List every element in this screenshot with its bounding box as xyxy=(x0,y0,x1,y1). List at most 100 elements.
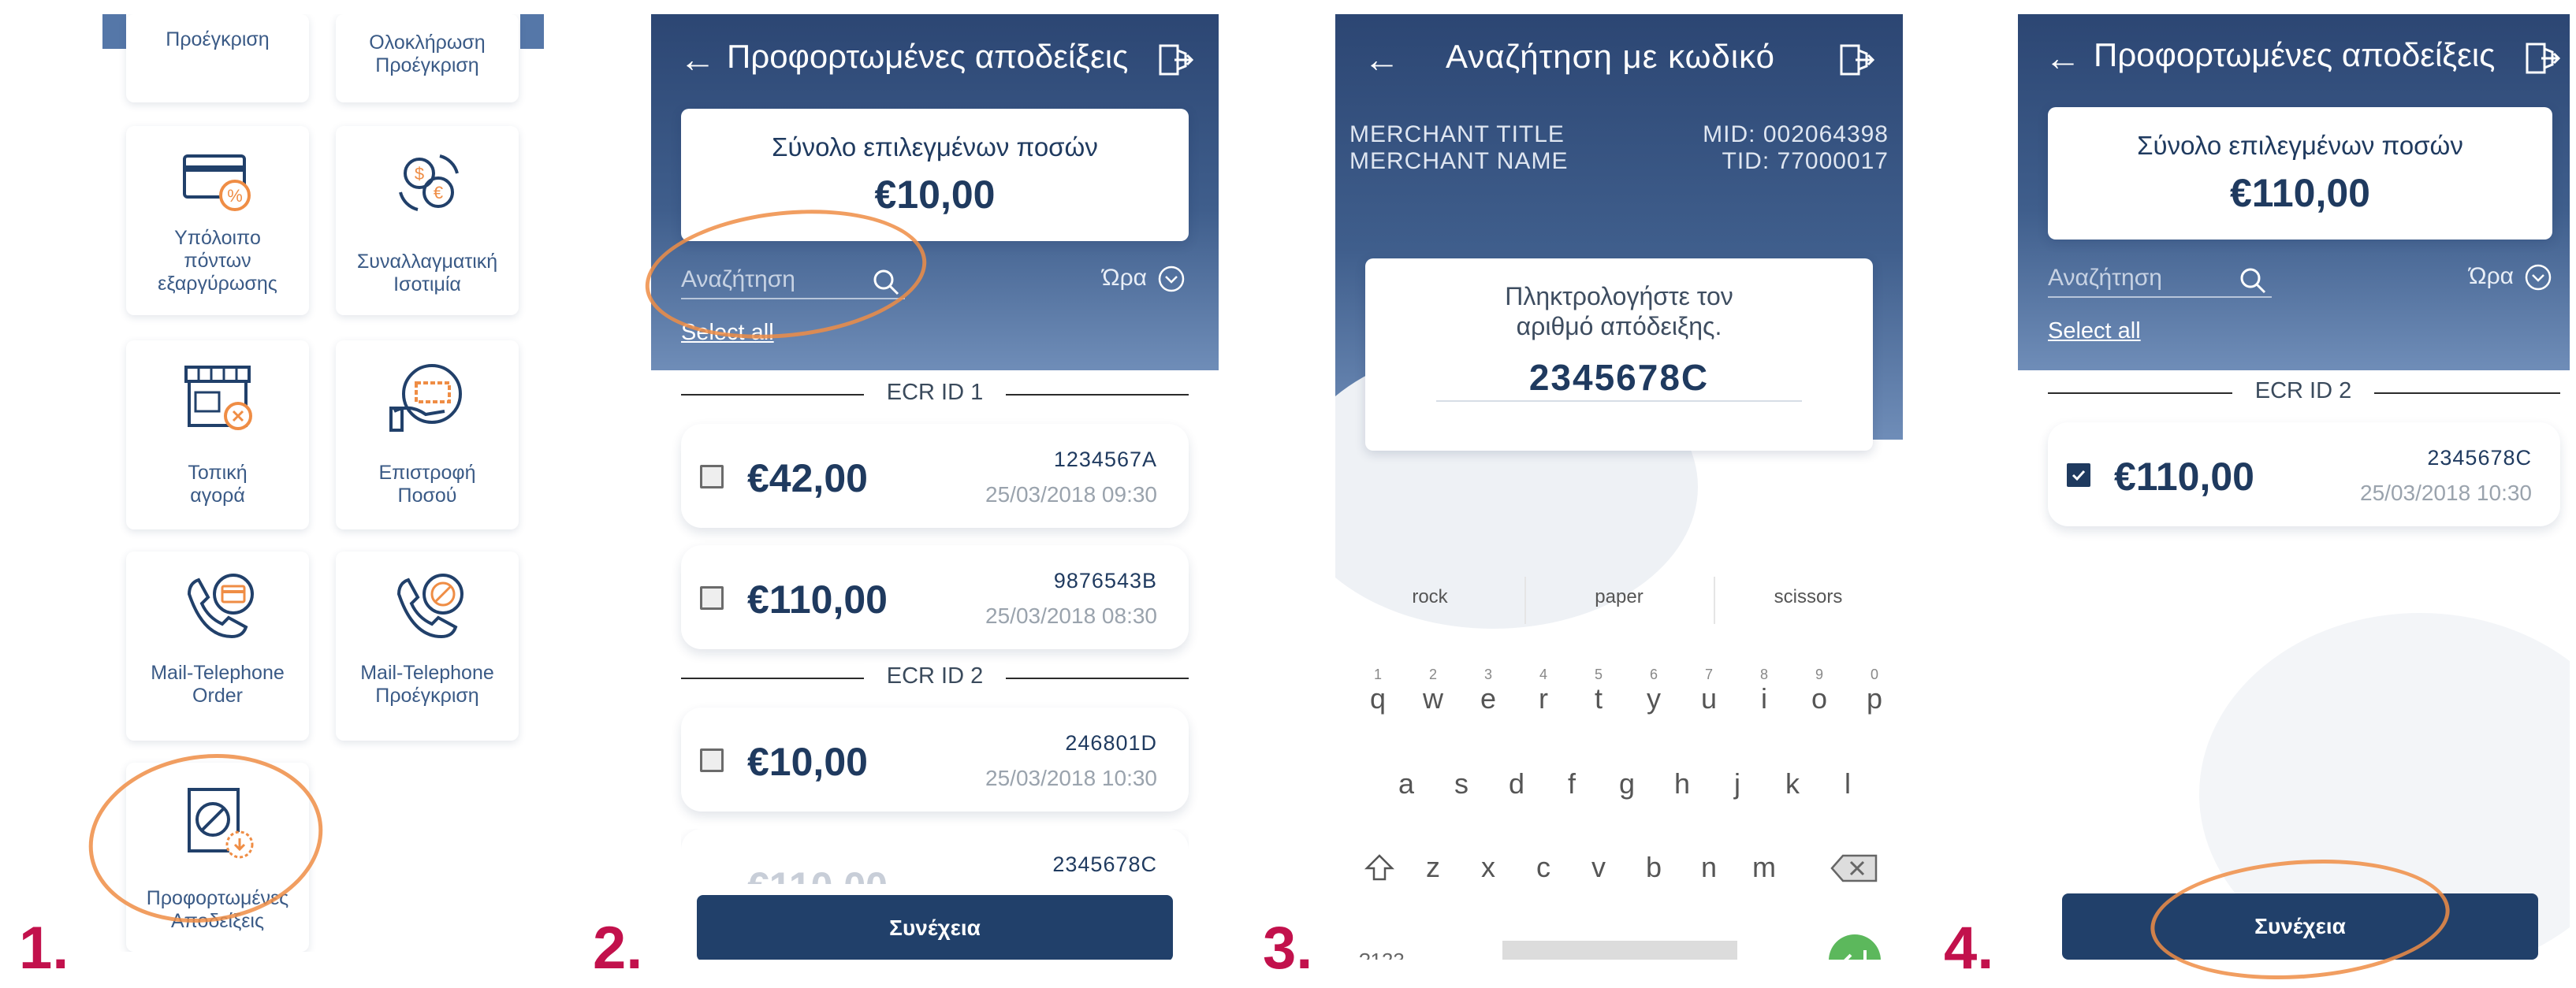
key-digit: 6 xyxy=(1649,667,1658,682)
top-bar-right xyxy=(520,14,544,49)
suggestion-paper[interactable]: paper xyxy=(1540,586,1698,608)
key-k[interactable]: k xyxy=(1777,767,1808,800)
key-a[interactable]: a xyxy=(1390,767,1422,800)
svg-text:%: % xyxy=(227,186,243,206)
chevron-down-icon xyxy=(1158,266,1185,292)
select-all-link[interactable]: Select all xyxy=(2048,318,2141,344)
card-percent-icon: % xyxy=(183,154,251,211)
receipt-row[interactable]: €110,00 9876543B 25/03/2018 08:30 xyxy=(681,545,1189,649)
key-e[interactable]: e xyxy=(1472,682,1504,715)
key-h[interactable]: h xyxy=(1666,767,1698,800)
receipt-date: 25/03/2018 10:30 xyxy=(2360,481,2532,505)
receipt-code-input[interactable]: 2345678C xyxy=(1436,351,1802,402)
key-symbols[interactable]: ?123 xyxy=(1359,949,1405,960)
screen-2-preloaded-list: ← Προφορτωμένες αποδείξεις Σύνολο επιλεγ… xyxy=(651,14,1219,960)
key-digit: 5 xyxy=(1594,667,1603,682)
key-m[interactable]: m xyxy=(1748,851,1780,884)
tile-complete-preauth[interactable]: Ολοκλήρωση Προέγκριση xyxy=(336,14,519,102)
receipt-checkbox[interactable] xyxy=(700,748,724,772)
receipt-checkbox-checked[interactable] xyxy=(2067,463,2090,487)
key-g[interactable]: g xyxy=(1611,767,1643,800)
exit-icon[interactable] xyxy=(2522,39,2560,77)
key-u[interactable]: u xyxy=(1693,682,1725,715)
merchant-mid: MID: 002064398 xyxy=(1703,121,1889,147)
receipt-code-value: 2345678C xyxy=(1528,357,1710,398)
back-arrow-icon[interactable]: ← xyxy=(679,38,716,80)
key-y[interactable]: y xyxy=(1638,682,1670,715)
key-w[interactable]: w xyxy=(1417,682,1449,715)
group-label-2: ECR ID 2 xyxy=(864,663,1006,689)
step-number-1: 1. xyxy=(19,915,69,982)
key-n[interactable]: n xyxy=(1693,851,1725,884)
keyboard: rock paper scissors 1 2 3 4 5 6 7 8 9 0 … xyxy=(1335,566,1903,960)
suggestion-scissors[interactable]: scissors xyxy=(1729,586,1887,608)
key-o[interactable]: o xyxy=(1804,682,1835,715)
key-j[interactable]: j xyxy=(1722,767,1753,800)
total-label: Σύνολο επιλεγμένων ποσών xyxy=(2137,131,2463,160)
shift-icon[interactable] xyxy=(1364,852,1395,884)
step-number-4: 4. xyxy=(1944,915,1994,982)
key-d[interactable]: d xyxy=(1501,767,1532,800)
key-comma[interactable]: , xyxy=(1435,939,1466,960)
receipt-checkbox[interactable] xyxy=(700,465,724,488)
currency-exchange-icon: $ € xyxy=(399,154,459,211)
tile-moto-pre-label-1: Mail-Telephone xyxy=(360,662,494,684)
tile-complete-preauth-label-2: Προέγκριση xyxy=(375,54,479,76)
key-x[interactable]: x xyxy=(1472,851,1504,884)
tile-moto-order[interactable]: Mail-Telephone Order xyxy=(126,552,309,741)
receipt-row[interactable]: €110,00 2345678C 25/03/2018 10:30 xyxy=(2048,422,2560,526)
key-b[interactable]: b xyxy=(1638,851,1670,884)
sort-time-label: Ώρα xyxy=(2469,263,2514,289)
exit-icon[interactable] xyxy=(1156,41,1193,79)
receipt-date: 25/03/2018 10:30 xyxy=(985,766,1157,790)
receipt-row[interactable]: €110,00 2345678C xyxy=(681,829,1189,884)
key-q[interactable]: q xyxy=(1362,682,1394,715)
merchant-tid: TID: 77000017 xyxy=(1722,148,1889,174)
tile-points-label-3: εξαργύρωσης xyxy=(158,273,277,295)
tile-refund[interactable]: Επιστροφή Ποσού xyxy=(336,340,519,529)
tile-fx-rate[interactable]: $ € Συναλλαγματική Ισοτιμία xyxy=(336,126,519,315)
svg-text:$: $ xyxy=(415,164,424,184)
key-p[interactable]: p xyxy=(1859,682,1890,715)
space-bar[interactable] xyxy=(1502,941,1737,960)
receipt-row[interactable]: €10,00 246801D 25/03/2018 10:30 xyxy=(681,708,1189,812)
key-digit: 9 xyxy=(1815,667,1823,682)
sort-time-dropdown[interactable]: Ώρα xyxy=(2469,262,2556,293)
page-title: Αναζήτηση με κωδικό xyxy=(1446,38,1775,75)
key-s[interactable]: s xyxy=(1446,767,1477,800)
key-r[interactable]: r xyxy=(1528,682,1559,715)
back-arrow-icon[interactable]: ← xyxy=(2045,36,2081,79)
key-digit: 8 xyxy=(1759,667,1768,682)
sort-time-label: Ώρα xyxy=(1102,265,1147,291)
backspace-icon[interactable] xyxy=(1829,852,1879,884)
tile-preauth[interactable]: Προέγκριση xyxy=(126,14,309,102)
continue-button[interactable]: Συνέχεια xyxy=(697,895,1173,960)
key-c[interactable]: c xyxy=(1528,851,1559,884)
top-bar-left xyxy=(102,14,126,49)
key-z[interactable]: z xyxy=(1417,851,1449,884)
key-i[interactable]: i xyxy=(1748,682,1780,715)
suggestion-rock[interactable]: rock xyxy=(1351,586,1509,608)
key-v[interactable]: v xyxy=(1583,851,1614,884)
tile-moto-preauth[interactable]: Mail-Telephone Προέγκριση xyxy=(336,552,519,741)
key-l[interactable]: l xyxy=(1832,767,1863,800)
key-digit: 3 xyxy=(1483,667,1492,682)
search-input[interactable]: Αναζήτηση xyxy=(2048,258,2272,298)
tile-moto-pre-label-2: Προέγκριση xyxy=(375,685,479,707)
enter-icon[interactable] xyxy=(1827,933,1882,960)
tile-refund-label-2: Ποσού xyxy=(397,485,457,507)
tile-fx-label-2: Ισοτιμία xyxy=(393,273,461,295)
receipt-checkbox[interactable] xyxy=(700,586,724,610)
key-t[interactable]: t xyxy=(1583,682,1614,715)
exit-icon[interactable] xyxy=(1837,41,1874,79)
tile-local-purchase[interactable]: Τοπική αγορά xyxy=(126,340,309,529)
receipt-row[interactable]: €42,00 1234567A 25/03/2018 09:30 xyxy=(681,424,1189,528)
key-period[interactable]: . xyxy=(1772,939,1804,960)
suggestion-divider xyxy=(1714,577,1715,624)
key-f[interactable]: f xyxy=(1556,767,1588,800)
step-number-2: 2. xyxy=(593,915,643,982)
svg-text:€: € xyxy=(434,183,443,202)
sort-time-dropdown[interactable]: Ώρα xyxy=(1102,263,1189,295)
tile-points-balance[interactable]: % Υπόλοιπο πόντων εξαργύρωσης xyxy=(126,126,309,315)
back-arrow-icon[interactable]: ← xyxy=(1364,38,1400,80)
